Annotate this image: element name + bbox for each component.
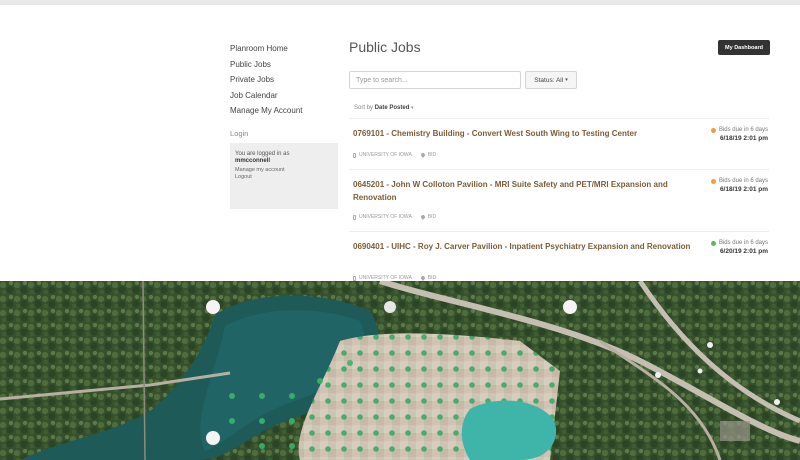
sort-control[interactable]: Sort by Date Posted ▾ bbox=[354, 105, 414, 111]
aerial-map-image bbox=[0, 281, 800, 460]
building-icon bbox=[353, 214, 356, 220]
job-item[interactable]: 0645201 - John W Colloton Pavilion - MRI… bbox=[349, 169, 769, 228]
job-status: Bids due in 6 days 6/18/19 2:01 pm bbox=[710, 178, 768, 193]
nav-planroom-home[interactable]: Planroom Home bbox=[230, 41, 338, 57]
search-input[interactable] bbox=[349, 71, 521, 89]
manage-account-link[interactable]: Manage my account bbox=[235, 167, 333, 173]
job-item[interactable]: 0690401 - UIHC - Roy J. Carver Pavilion … bbox=[349, 231, 769, 282]
job-title[interactable]: 0645201 - John W Colloton Pavilion - MRI… bbox=[353, 179, 691, 204]
username: mmcconnell bbox=[235, 157, 271, 164]
job-meta: UNIVERSITY OF IOWA BID bbox=[353, 214, 436, 220]
login-box: You are logged in as mmcconnell Manage m… bbox=[230, 142, 338, 209]
job-meta: UNIVERSITY OF IOWA BID bbox=[353, 152, 436, 158]
job-item[interactable]: 0769101 - Chemistry Building - Convert W… bbox=[349, 118, 769, 167]
bid-date: 6/20/19 2:01 pm bbox=[719, 248, 768, 255]
location-pin-icon bbox=[419, 275, 426, 281]
status-filter-label: Status: All bbox=[534, 76, 564, 84]
nav-private-jobs[interactable]: Private Jobs bbox=[230, 72, 338, 88]
job-owner: UNIVERSITY OF IOWA bbox=[359, 275, 412, 281]
bid-date: 6/18/19 2:01 pm bbox=[719, 135, 768, 142]
location-pin-icon bbox=[419, 214, 426, 220]
caret-down-icon: ▾ bbox=[411, 105, 414, 111]
building-icon bbox=[353, 275, 356, 281]
sort-value: Date Posted bbox=[374, 105, 410, 111]
sidebar: Planroom Home Public Jobs Private Jobs J… bbox=[230, 41, 338, 209]
login-heading: Login bbox=[230, 128, 249, 138]
nav-public-jobs[interactable]: Public Jobs bbox=[230, 57, 338, 73]
job-title[interactable]: 0769101 - Chemistry Building - Convert W… bbox=[353, 128, 691, 141]
job-status: Bids due in 6 days 6/20/19 2:01 pm bbox=[710, 240, 768, 255]
job-type: BID bbox=[427, 214, 437, 220]
logged-in-text: You are logged in as bbox=[235, 150, 290, 157]
sort-prefix: Sort by bbox=[354, 105, 374, 111]
job-owner: UNIVERSITY OF IOWA bbox=[359, 152, 412, 158]
bids-due: Bids due in 6 days bbox=[718, 240, 768, 246]
nav-manage-account[interactable]: Manage My Account bbox=[230, 103, 338, 119]
job-meta: UNIVERSITY OF IOWA BID bbox=[353, 275, 436, 281]
nav-job-calendar[interactable]: Job Calendar bbox=[230, 88, 338, 104]
my-dashboard-button[interactable]: My Dashboard bbox=[718, 40, 770, 55]
status-dot-icon bbox=[710, 178, 716, 184]
planroom-panel: Planroom Home Public Jobs Private Jobs J… bbox=[0, 5, 800, 281]
logout-link[interactable]: Logout bbox=[235, 174, 333, 180]
caret-down-icon: ▾ bbox=[565, 77, 568, 83]
status-filter-dropdown[interactable]: Status: All ▾ bbox=[525, 71, 577, 89]
job-type: BID bbox=[427, 152, 437, 158]
job-title[interactable]: 0690401 - UIHC - Roy J. Carver Pavilion … bbox=[353, 241, 691, 254]
bids-due: Bids due in 6 days bbox=[718, 178, 768, 184]
status-dot-icon bbox=[710, 240, 716, 246]
status-dot-icon bbox=[710, 127, 716, 133]
job-owner: UNIVERSITY OF IOWA bbox=[359, 214, 412, 220]
location-pin-icon bbox=[419, 152, 426, 158]
bid-date: 6/18/19 2:01 pm bbox=[719, 186, 768, 193]
page-title: Public Jobs bbox=[349, 39, 421, 55]
building-icon bbox=[353, 152, 356, 158]
bids-due: Bids due in 6 days bbox=[718, 127, 768, 133]
job-status: Bids due in 6 days 6/18/19 2:01 pm bbox=[710, 127, 768, 142]
job-type: BID bbox=[427, 275, 437, 281]
